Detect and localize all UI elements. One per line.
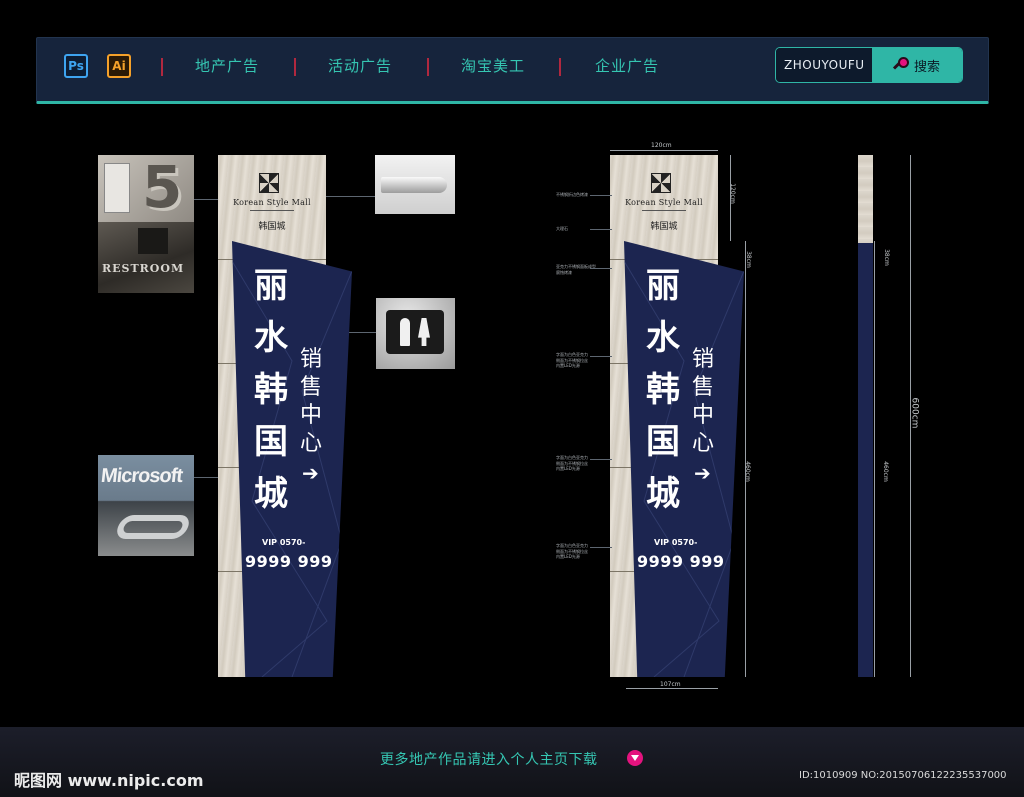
leader-line — [590, 229, 612, 230]
arrow-right-icon: ➔ — [694, 461, 711, 485]
leader-line — [318, 196, 375, 197]
dim-seg-top: 38cm — [744, 251, 752, 268]
sign-side-elevation — [858, 155, 873, 677]
steel-profile-photo — [375, 155, 455, 214]
dim-side-top: 38cm — [882, 249, 890, 266]
top-nav-bar: Ps Ai 地产广告 活动广告 淘宝美工 企业广告 搜索 — [36, 37, 989, 104]
sign-title-char: 城 — [646, 474, 680, 514]
sign-sub-char: 心 — [692, 431, 715, 456]
nav-item-taobao-design[interactable]: 淘宝美工 — [461, 55, 525, 76]
sign-sub-char: 售 — [692, 375, 715, 400]
material-note: 亚克力不锈钢面板成型 腐蚀烤漆 — [556, 264, 596, 275]
nav-item-corporate-ads[interactable]: 企业广告 — [595, 55, 659, 76]
search-icon — [892, 57, 910, 73]
leader-line — [194, 477, 220, 478]
watermark-left: 昵图网 www.nipic.com — [14, 771, 204, 790]
sign-sub-char: 销 — [300, 347, 323, 372]
mall-name-en: Korean Style Mall — [233, 198, 311, 207]
mall-logo-icon — [651, 173, 671, 193]
sign-pylon-drawing: Korean Style Mall 韩国城 丽 水 韩 国 城 销 售 中 心 … — [610, 155, 744, 677]
sign-title-char: 水 — [254, 318, 288, 358]
dimension-line — [874, 277, 875, 677]
arrow-right-icon: ➔ — [302, 461, 319, 485]
watermark-id: ID:1010909 NO:20150706122235537000 — [799, 770, 1007, 781]
sign-title-char: 水 — [646, 318, 680, 358]
dim-width-top: 120cm — [651, 142, 672, 149]
sign-title-char: 国 — [646, 422, 680, 462]
sign-title-char: 丽 — [254, 266, 288, 306]
vip-label: VIP 0570- — [654, 538, 698, 547]
number-5-sign: 5 — [142, 155, 183, 221]
sign-sub-char: 销 — [692, 347, 715, 372]
dimension-line — [610, 150, 718, 151]
leader-line — [590, 195, 612, 196]
sign-title-char: 韩 — [646, 370, 680, 410]
nav-separator — [427, 58, 429, 76]
restroom-sign-photo: RESTROOM — [98, 222, 194, 293]
sign-title-char: 城 — [254, 474, 288, 514]
nav-separator — [294, 58, 296, 76]
sign-pylon-render: Korean Style Mall 韩国城 丽 水 韩 国 城 销 售 中 心 … — [218, 155, 352, 677]
mall-name-cn: 韩国城 — [650, 222, 678, 232]
vip-label: VIP 0570- — [262, 538, 306, 547]
restroom-text: RESTROOM — [102, 262, 185, 275]
sign-sub-char: 中 — [692, 403, 715, 428]
toilet-sign-photo — [376, 298, 455, 369]
dimension-line — [626, 688, 718, 689]
phone-number: 9999 999 — [245, 552, 333, 571]
material-note: 字面为白色亚克力 侧面为不锈钢拉丝 内置LED光源 — [556, 352, 588, 369]
material-note: 字面为白色亚克力 侧面为不锈钢拉丝 内置LED光源 — [556, 455, 588, 472]
nav-item-event-ads[interactable]: 活动广告 — [328, 55, 392, 76]
sign-title-char: 丽 — [646, 266, 680, 306]
sign-blade: 丽 水 韩 国 城 销 售 中 心 ➔ VIP 0570- 9999 999 — [624, 241, 744, 677]
sign-title-char: 国 — [254, 422, 288, 462]
phone-number: 9999 999 — [637, 552, 725, 571]
dim-height-top: 120cm — [728, 183, 736, 204]
leader-line — [590, 547, 612, 548]
dim-side-main: 460cm — [881, 461, 889, 482]
dim-total-height: 600cm — [909, 397, 920, 429]
leader-line — [590, 459, 612, 460]
microsoft-text: Microsoft — [99, 465, 184, 487]
more-works-link[interactable]: 更多地产作品请进入个人主页下载 — [380, 749, 598, 769]
photoshop-icon[interactable]: Ps — [64, 54, 88, 78]
material-note: 字面为白色亚克力 侧面为不锈钢拉丝 内置LED光源 — [556, 543, 588, 560]
mall-logo-icon — [259, 173, 279, 193]
leader-line — [590, 268, 612, 269]
dimension-line — [874, 241, 875, 277]
illustrator-icon[interactable]: Ai — [107, 54, 131, 78]
nav-item-real-estate-ads[interactable]: 地产广告 — [195, 55, 259, 76]
microsoft-letters-photo: Microsoft — [98, 455, 194, 556]
sign-title-char: 韩 — [254, 370, 288, 410]
footer-bar: 更多地产作品请进入个人主页下载 昵图网 www.nipic.com ID:101… — [0, 727, 1024, 797]
leader-line — [590, 356, 612, 357]
chevron-down-icon[interactable] — [627, 750, 643, 766]
sign-sub-char: 售 — [300, 375, 323, 400]
search-button[interactable]: 搜索 — [872, 48, 962, 82]
dim-width-bottom: 107cm — [660, 681, 681, 688]
sign-sub-char: 中 — [300, 403, 323, 428]
mall-name-cn: 韩国城 — [258, 222, 286, 232]
search-button-label: 搜索 — [913, 59, 940, 75]
dim-seg-main: 460cm — [743, 461, 751, 482]
search-input[interactable] — [776, 48, 872, 82]
search-box: 搜索 — [775, 47, 963, 83]
mall-name-en: Korean Style Mall — [625, 198, 703, 207]
sign-sub-char: 心 — [300, 431, 323, 456]
sign-blade: 丽 水 韩 国 城 销 售 中 心 ➔ VIP 0570- 9999 999 — [232, 241, 352, 677]
nav-separator — [559, 58, 561, 76]
metal-plate-photo: 5 — [98, 155, 194, 223]
nav-separator — [161, 58, 163, 76]
leader-line — [194, 199, 218, 200]
